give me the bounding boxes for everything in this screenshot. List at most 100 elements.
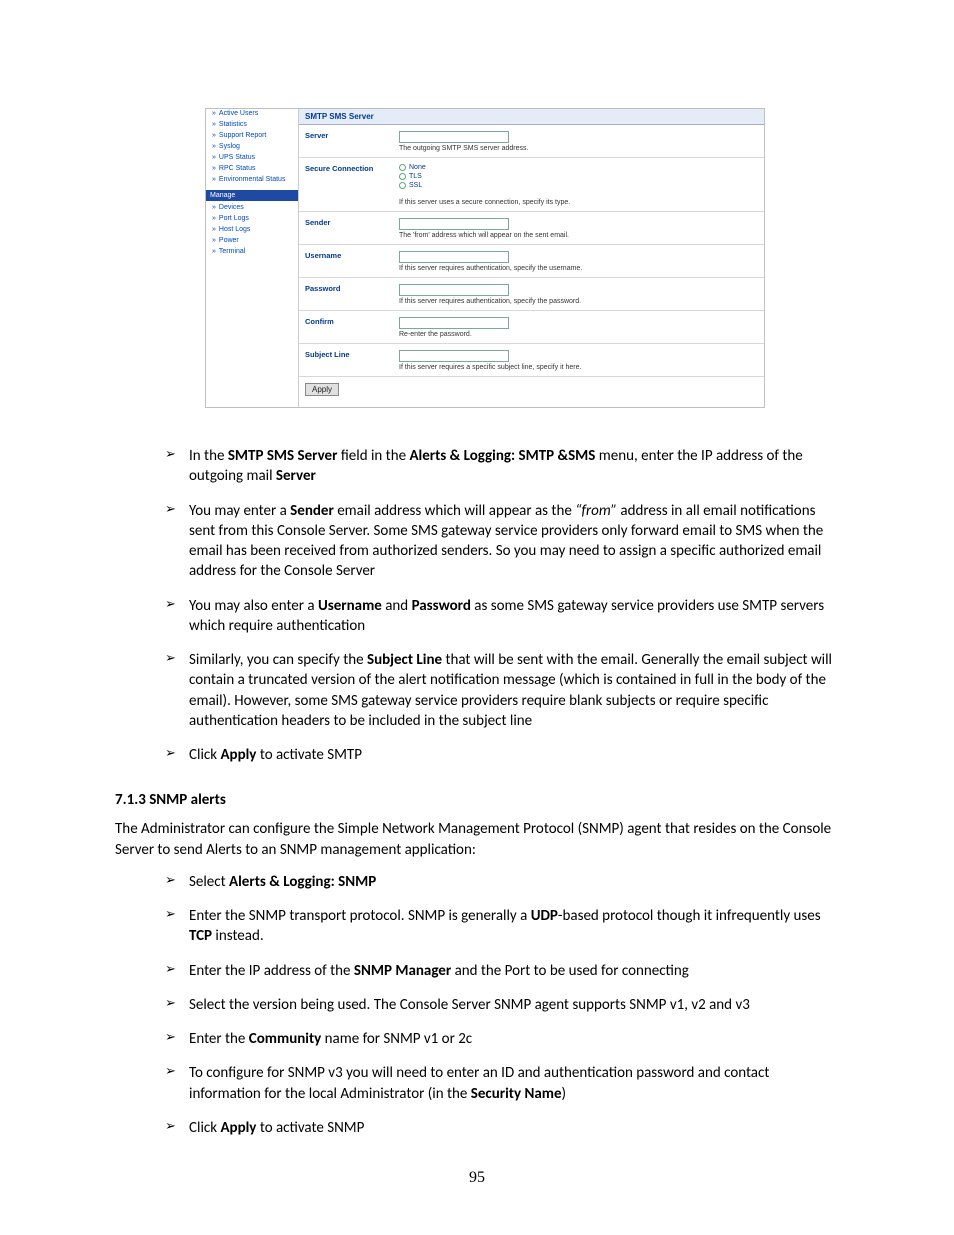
snmp-step-transport: Enter the SNMP transport protocol. SNMP …	[165, 906, 839, 947]
text: )	[562, 1085, 567, 1103]
text: Apply	[220, 746, 256, 764]
server-input[interactable]	[399, 131, 509, 143]
smtp-sms-steps: In the SMTP SMS Server field in the Aler…	[115, 446, 839, 765]
radio-tls[interactable]: TLS	[399, 173, 758, 180]
nav-syslog[interactable]: Syslog	[206, 142, 298, 151]
text: “from”	[575, 502, 617, 520]
password-help: If this server requires authentication, …	[399, 298, 758, 305]
text: and	[382, 597, 412, 615]
row-sender: Sender The 'from' address which will app…	[299, 212, 764, 245]
nav-host-logs[interactable]: Host Logs	[206, 225, 298, 234]
text: Click	[189, 746, 220, 764]
text: Enter the	[189, 1030, 249, 1048]
username-input[interactable]	[399, 251, 509, 263]
nav-devices[interactable]: Devices	[206, 203, 298, 212]
snmp-step-v3: To configure for SNMP v3 you will need t…	[165, 1063, 839, 1104]
subject-input[interactable]	[399, 350, 509, 362]
text: Select the version being used. The Conso…	[189, 996, 750, 1014]
row-username: Username If this server requires authent…	[299, 245, 764, 278]
sidebar-section-manage: Manage	[206, 190, 298, 201]
heading-snmp-alerts: 7.1.3 SNMP alerts	[115, 791, 839, 809]
radio-icon	[399, 164, 406, 171]
nav-active-users[interactable]: Active Users	[206, 109, 298, 118]
nav-power[interactable]: Power	[206, 236, 298, 245]
nav-ups-status[interactable]: UPS Status	[206, 153, 298, 162]
sidebar: Active Users Statistics Support Report S…	[206, 109, 298, 407]
nav-port-logs[interactable]: Port Logs	[206, 214, 298, 223]
nav-environmental-status[interactable]: Environmental Status	[206, 175, 298, 184]
sender-input[interactable]	[399, 218, 509, 230]
snmp-step-select: Select Alerts & Logging: SNMP	[165, 872, 839, 892]
text: Community	[249, 1030, 322, 1048]
page-number: 95	[0, 1169, 954, 1187]
text: Subject Line	[367, 651, 442, 669]
panel-title: SMTP SMS Server	[299, 109, 764, 125]
radio-icon	[399, 182, 406, 189]
row-server: Server The outgoing SMTP SMS server addr…	[299, 125, 764, 158]
radio-none[interactable]: None	[399, 164, 758, 171]
step-subject: Similarly, you can specify the Subject L…	[165, 650, 839, 731]
text: Select	[189, 873, 229, 891]
text: instead.	[212, 927, 264, 945]
radio-ssl[interactable]: SSL	[399, 182, 758, 189]
text: Password	[412, 597, 471, 615]
step-auth: You may also enter a Username and Passwo…	[165, 596, 839, 637]
row-secure: Secure Connection None TLS SSL If this s…	[299, 158, 764, 212]
label-secure: Secure Connection	[305, 164, 391, 206]
snmp-step-community: Enter the Community name for SNMP v1 or …	[165, 1029, 839, 1049]
confirm-input[interactable]	[399, 317, 509, 329]
text: Similarly, you can specify the	[189, 651, 367, 669]
text: email address which will appear as the	[334, 502, 575, 520]
row-password: Password If this server requires authent…	[299, 278, 764, 311]
text: Username	[318, 597, 382, 615]
row-confirm: Confirm Re-enter the password.	[299, 311, 764, 344]
text: You may also enter a	[189, 597, 318, 615]
nav-terminal[interactable]: Terminal	[206, 247, 298, 256]
subject-help: If this server requires a specific subje…	[399, 364, 758, 371]
text: SNMP Manager	[354, 962, 451, 980]
text: Apply	[220, 1119, 256, 1137]
text: In the	[189, 447, 228, 465]
step-apply: Click Apply to activate SMTP	[165, 745, 839, 765]
label-confirm: Confirm	[305, 317, 391, 338]
text: You may enter a	[189, 502, 290, 520]
nav-support-report[interactable]: Support Report	[206, 131, 298, 140]
snmp-step-manager: Enter the IP address of the SNMP Manager…	[165, 961, 839, 981]
text: name for SNMP v1 or 2c	[321, 1030, 472, 1048]
label-username: Username	[305, 251, 391, 272]
radio-tls-label: TLS	[409, 173, 422, 180]
secure-help: If this server uses a secure connection,…	[399, 199, 758, 206]
text: Enter the SNMP transport protocol. SNMP …	[189, 907, 531, 925]
text: Alerts & Logging: SNMP	[229, 873, 376, 891]
radio-none-label: None	[409, 164, 426, 171]
radio-ssl-label: SSL	[409, 182, 422, 189]
radio-icon	[399, 173, 406, 180]
label-server: Server	[305, 131, 391, 152]
nav-rpc-status[interactable]: RPC Status	[206, 164, 298, 173]
text: TCP	[189, 927, 212, 945]
text: Server	[276, 467, 316, 485]
text: Click	[189, 1119, 220, 1137]
text: and the Port to be used for connecting	[451, 962, 689, 980]
text: Enter the IP address of the	[189, 962, 354, 980]
row-subject: Subject Line If this server requires a s…	[299, 344, 764, 377]
label-subject: Subject Line	[305, 350, 391, 371]
apply-row: Apply	[299, 377, 764, 402]
server-help: The outgoing SMTP SMS server address.	[399, 145, 758, 152]
text: field in the	[337, 447, 409, 465]
nav-statistics[interactable]: Statistics	[206, 120, 298, 129]
apply-button[interactable]: Apply	[305, 383, 339, 396]
text: to activate SMTP	[256, 746, 362, 764]
snmp-intro: The Administrator can configure the Simp…	[115, 819, 839, 860]
text: Alerts & Logging: SMTP &SMS	[409, 447, 595, 465]
snmp-step-version: Select the version being used. The Conso…	[165, 995, 839, 1015]
form-panel: SMTP SMS Server Server The outgoing SMTP…	[298, 109, 764, 407]
snmp-step-apply: Click Apply to activate SNMP	[165, 1118, 839, 1138]
password-input[interactable]	[399, 284, 509, 296]
text: -based protocol though it infrequently u…	[558, 907, 821, 925]
text: Security Name	[471, 1085, 562, 1103]
step-server: In the SMTP SMS Server field in the Aler…	[165, 446, 839, 487]
text: to activate SNMP	[256, 1119, 364, 1137]
confirm-help: Re-enter the password.	[399, 331, 758, 338]
step-sender: You may enter a Sender email address whi…	[165, 501, 839, 582]
